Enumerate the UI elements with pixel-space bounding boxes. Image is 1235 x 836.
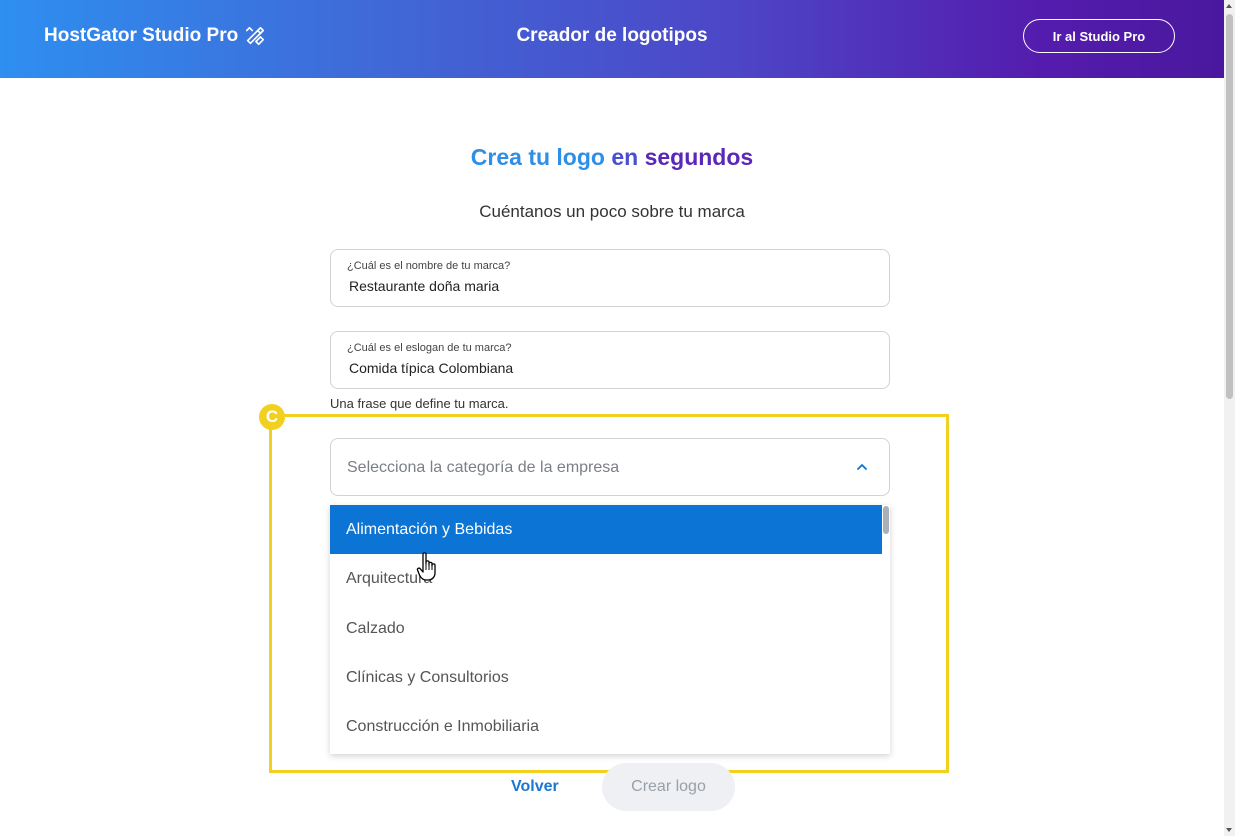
page-title: Crea tu logo en segundos <box>0 144 1224 171</box>
back-link[interactable]: Volver <box>511 778 559 796</box>
title-part-2: en <box>611 144 639 170</box>
create-logo-button[interactable]: Crear logo <box>602 763 735 811</box>
title-part-3: segundos <box>644 144 754 170</box>
scroll-down-icon[interactable] <box>1226 828 1232 832</box>
page-subtitle: Cuéntanos un poco sobre tu marca <box>479 202 745 221</box>
page-scrollbar[interactable] <box>1224 0 1235 836</box>
brand-name-field[interactable]: ¿Cuál es el nombre de tu marca? Restaura… <box>330 249 890 307</box>
slogan-label: ¿Cuál es el eslogan de tu marca? <box>347 342 512 354</box>
brand-name-input[interactable]: Restaurante doña maria <box>349 278 499 294</box>
slogan-input[interactable]: Comida típica Colombiana <box>349 360 513 376</box>
scroll-up-icon[interactable] <box>1226 4 1232 8</box>
top-header: HostGator Studio Pro Creador de logotipo… <box>0 0 1224 78</box>
annotation-badge: C <box>259 404 285 430</box>
slogan-helper-text: Una frase que define tu marca. <box>330 396 509 411</box>
scrollbar-thumb[interactable] <box>1226 14 1233 399</box>
brand-name-label: ¿Cuál es el nombre de tu marca? <box>347 260 511 272</box>
slogan-field[interactable]: ¿Cuál es el eslogan de tu marca? Comida … <box>330 331 890 389</box>
title-part-1: Crea tu logo <box>470 144 605 170</box>
studio-pro-button[interactable]: Ir al Studio Pro <box>1023 19 1175 53</box>
annotation-highlight-box <box>269 414 949 773</box>
